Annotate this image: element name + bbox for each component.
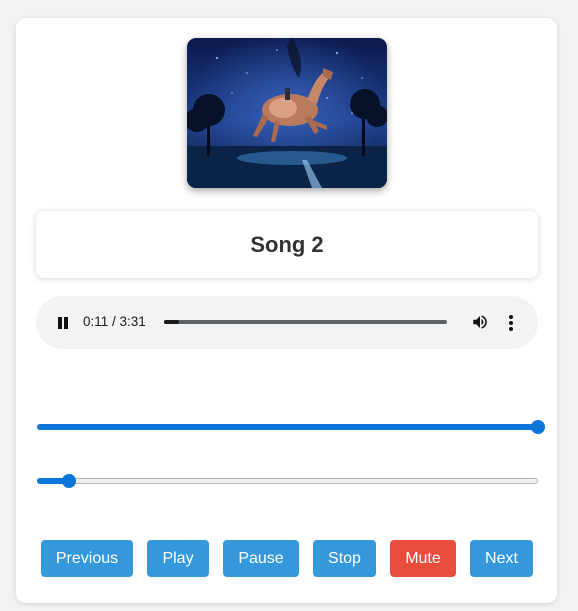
- audio-player: 0:11 / 3:31: [36, 296, 538, 349]
- album-art: [187, 38, 387, 188]
- volume-icon[interactable]: [471, 313, 489, 331]
- stop-button[interactable]: Stop: [313, 540, 376, 577]
- pause-button[interactable]: Pause: [223, 540, 299, 577]
- seek-slider[interactable]: [37, 472, 538, 492]
- audio-progress-fill: [164, 320, 179, 324]
- player-card: Song 2 0:11 / 3:31 Previous Play Pause S…: [16, 18, 557, 603]
- pause-icon[interactable]: [56, 316, 70, 330]
- play-button[interactable]: Play: [147, 540, 209, 577]
- more-vert-icon[interactable]: [506, 313, 516, 331]
- seek-slider-thumb[interactable]: [61, 474, 76, 488]
- volume-slider-fill: [37, 424, 538, 430]
- volume-slider-thumb[interactable]: [531, 420, 545, 434]
- song-title: Song 2: [250, 231, 324, 257]
- mute-button[interactable]: Mute: [390, 540, 456, 577]
- volume-slider[interactable]: [37, 418, 545, 438]
- time-display: 0:11 / 3:31: [83, 314, 146, 329]
- next-button[interactable]: Next: [470, 540, 533, 577]
- previous-button[interactable]: Previous: [41, 540, 133, 577]
- seek-slider-track: [37, 478, 538, 484]
- audio-progress-bar[interactable]: [164, 320, 447, 324]
- song-title-box: Song 2: [36, 211, 538, 278]
